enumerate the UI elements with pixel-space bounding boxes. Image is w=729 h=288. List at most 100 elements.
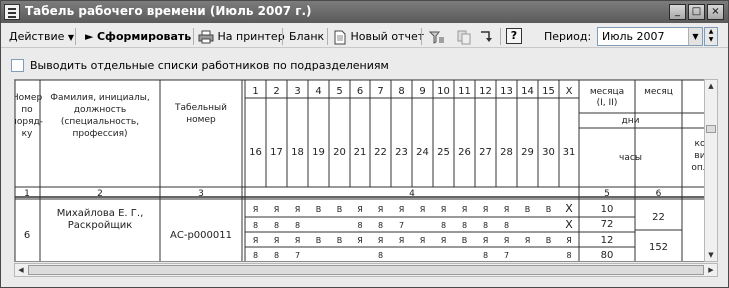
maximize-button[interactable]: □ bbox=[688, 4, 705, 20]
day-number-second-half: 19 bbox=[312, 147, 325, 158]
timesheet-cell: Я bbox=[483, 205, 489, 214]
day-number-second-half: 30 bbox=[542, 147, 555, 158]
timesheet-cell: Я bbox=[295, 205, 301, 214]
horizontal-scrollbar[interactable]: ◀ ▶ bbox=[14, 263, 718, 277]
month-hours: 152 bbox=[649, 242, 668, 253]
toolbar: Действие ▼ ► Сформировать На принтер Бла… bbox=[1, 24, 728, 48]
day-number-second-half: 29 bbox=[521, 147, 534, 158]
day-number-second-half: 27 bbox=[479, 147, 492, 158]
settings-button[interactable] bbox=[429, 28, 445, 45]
timesheet-cell: В bbox=[316, 236, 322, 245]
department-lists-label: Выводить отдельные списки работников по … bbox=[30, 59, 389, 72]
timesheet-cell: 8 bbox=[295, 221, 300, 230]
day-number-first-half: 15 bbox=[542, 86, 555, 97]
timesheet-cell: 7 bbox=[295, 251, 300, 260]
employee-name: Михайлова Е. Г., bbox=[57, 208, 144, 219]
timesheet-cell: 8 bbox=[274, 251, 279, 260]
timesheet-cell: Я bbox=[253, 205, 259, 214]
timesheet-cell: X bbox=[565, 218, 573, 231]
timesheet-cell: Я bbox=[274, 205, 280, 214]
timesheet-cell: 8 bbox=[378, 221, 383, 230]
half1-hours: 72 bbox=[601, 219, 614, 230]
minimize-button[interactable]: _ bbox=[669, 4, 686, 20]
timesheet-cell: 8 bbox=[357, 221, 362, 230]
timesheet-cell: 8 bbox=[378, 251, 383, 260]
column-number: 6 bbox=[656, 189, 662, 199]
print-button[interactable]: На принтер bbox=[198, 28, 285, 45]
header-hours-unit: часы bbox=[619, 153, 642, 163]
title-bar[interactable]: Табель рабочего времени (Июль 2007 г.) _… bbox=[1, 1, 728, 23]
toolbar-separator bbox=[282, 28, 283, 45]
timesheet-cell: Я bbox=[399, 236, 405, 245]
day-number-second-half: 31 bbox=[563, 147, 576, 158]
timesheet-cell: Я bbox=[378, 205, 384, 214]
employee-tab-number: АС-р000011 bbox=[170, 230, 232, 241]
chevron-down-icon[interactable]: ▼ bbox=[688, 28, 702, 45]
period-label: Период: bbox=[544, 30, 592, 43]
timesheet-cell: 7 bbox=[399, 221, 404, 230]
toolbar-separator bbox=[75, 28, 76, 45]
day-number-first-half: 2 bbox=[273, 86, 279, 97]
timesheet-cell: В bbox=[546, 205, 552, 214]
timesheet-cell: Я bbox=[525, 236, 531, 245]
chevron-up-icon[interactable]: ▲ bbox=[705, 28, 717, 36]
generate-button[interactable]: ► Сформировать bbox=[85, 28, 191, 45]
timesheet-cell: В bbox=[525, 205, 531, 214]
row-number: 6 bbox=[24, 230, 30, 241]
header-name-position: профессия) bbox=[72, 129, 127, 139]
header-days-unit: дни bbox=[622, 116, 640, 126]
scroll-left-icon[interactable]: ◀ bbox=[15, 264, 27, 276]
day-number-first-half: 3 bbox=[294, 86, 300, 97]
day-number-first-half: 11 bbox=[458, 86, 471, 97]
day-number-first-half: 6 bbox=[357, 86, 363, 97]
new-report-button[interactable]: Новый отчет bbox=[333, 28, 424, 45]
help-button[interactable]: ? bbox=[506, 28, 522, 44]
header-month-half: месяца bbox=[590, 87, 624, 97]
action-menu-button[interactable]: Действие ▼ bbox=[9, 28, 74, 45]
half2-days: 12 bbox=[601, 235, 614, 246]
day-number-first-half: 14 bbox=[521, 86, 534, 97]
scroll-right-icon[interactable]: ▶ bbox=[705, 264, 717, 276]
timesheet-table: Номер по поряд-ку Фамилия, инициалы, должнос… bbox=[15, 80, 715, 261]
day-number-second-half: 26 bbox=[458, 147, 471, 158]
timesheet-cell: Я bbox=[295, 236, 301, 245]
half2-hours: 80 bbox=[601, 250, 614, 261]
department-lists-checkbox[interactable] bbox=[11, 59, 24, 72]
period-value: Июль 2007 bbox=[602, 30, 665, 43]
timesheet-cell: Я bbox=[566, 236, 572, 245]
vertical-scroll-thumb[interactable] bbox=[706, 125, 716, 133]
day-number-first-half: 13 bbox=[500, 86, 513, 97]
copy-button[interactable] bbox=[457, 28, 472, 45]
generate-label: Сформировать bbox=[96, 30, 192, 43]
header-order-number: поряд- bbox=[15, 117, 43, 127]
redirect-button[interactable] bbox=[479, 28, 494, 45]
timesheet-cell: В bbox=[546, 236, 552, 245]
chevron-down-icon[interactable]: ▼ bbox=[705, 36, 717, 44]
column-number: 1 bbox=[24, 189, 30, 199]
scroll-up-icon[interactable]: ▲ bbox=[705, 80, 717, 92]
horizontal-scroll-thumb[interactable] bbox=[28, 265, 704, 275]
timesheet-grid[interactable]: Номер по поряд-ку Фамилия, инициалы, должнос… bbox=[14, 79, 716, 262]
month-days: 22 bbox=[652, 212, 665, 223]
header-order-number: по bbox=[21, 105, 33, 115]
period-select[interactable]: Июль 2007 ▼ bbox=[597, 27, 703, 46]
timesheet-cell: 8 bbox=[462, 221, 467, 230]
close-button[interactable]: × bbox=[707, 4, 724, 20]
timesheet-cell: 8 bbox=[566, 251, 571, 260]
day-number-first-half: X bbox=[566, 86, 573, 97]
period-stepper[interactable]: ▲ ▼ bbox=[704, 27, 718, 46]
redirect-arrow-icon bbox=[481, 30, 492, 42]
timesheet-cell: 8 bbox=[504, 221, 509, 230]
scroll-down-icon[interactable]: ▼ bbox=[705, 249, 717, 261]
timesheet-cell: 8 bbox=[483, 221, 488, 230]
half1-days: 10 bbox=[601, 204, 614, 215]
timesheet-cell: Я bbox=[483, 236, 489, 245]
day-number-first-half: 12 bbox=[479, 86, 492, 97]
blank-button[interactable]: Бланк bbox=[289, 28, 324, 45]
action-menu-label: Действие bbox=[9, 30, 65, 43]
filter-settings-icon bbox=[429, 31, 444, 44]
chevron-down-icon: ▼ bbox=[67, 33, 75, 42]
header-month: месяц bbox=[644, 87, 673, 97]
timesheet-cell: Я bbox=[441, 236, 447, 245]
vertical-scrollbar[interactable]: ▲ ▼ bbox=[704, 79, 718, 262]
